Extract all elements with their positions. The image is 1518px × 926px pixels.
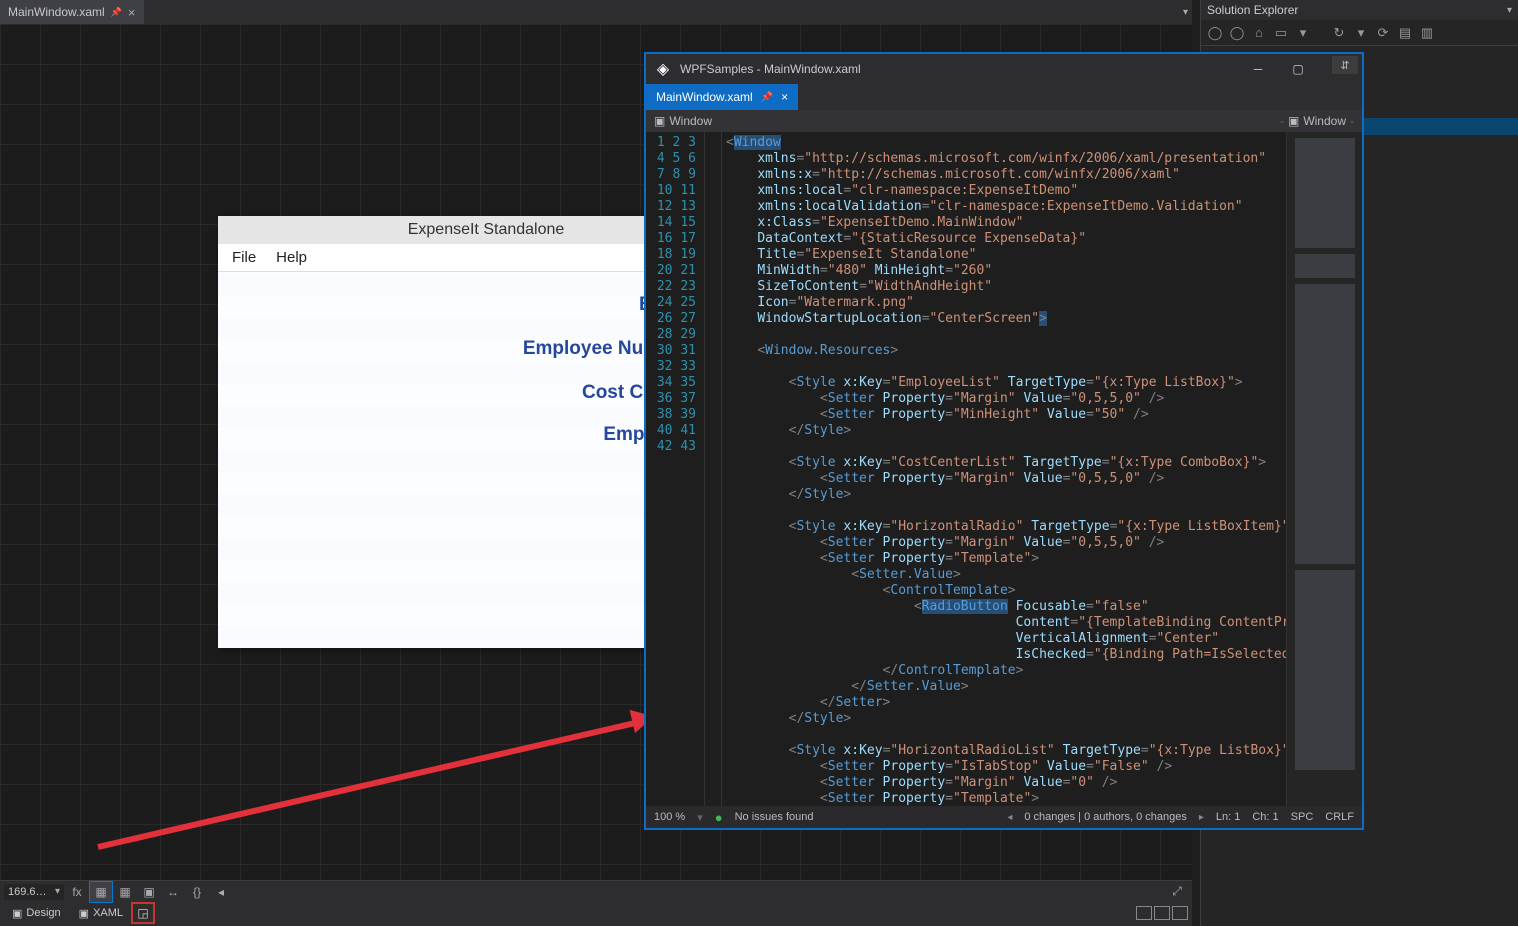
sync-icon[interactable]: ↻ bbox=[1329, 23, 1349, 43]
snapline-icon[interactable]: ↔ bbox=[162, 882, 184, 902]
panel-options-icon[interactable]: ▾ bbox=[1507, 5, 1512, 16]
preview-title: ExpenseIt Standalone bbox=[408, 221, 565, 239]
crumb-right[interactable]: ▣ Window bbox=[1288, 114, 1346, 128]
switch-view-icon[interactable]: ▭ bbox=[1271, 23, 1291, 43]
tab-overflow-icon[interactable]: ▾ bbox=[1183, 7, 1188, 18]
status-line[interactable]: Ln: 1 bbox=[1216, 811, 1240, 823]
collapse-icon[interactable]: ▤ bbox=[1395, 23, 1415, 43]
split-horizontal-icon[interactable] bbox=[1154, 906, 1170, 920]
split-editor-icon[interactable]: ⇵ bbox=[1332, 56, 1358, 74]
document-tab-bar: MainWindow.xaml 📌 × ▾ bbox=[0, 0, 1192, 24]
sync-dropdown-icon[interactable] bbox=[1351, 23, 1371, 43]
expand-icon[interactable]: ⤢ bbox=[1166, 882, 1188, 902]
menu-file[interactable]: File bbox=[232, 249, 256, 266]
crumb-left[interactable]: ▣ Window bbox=[654, 114, 712, 128]
vs-logo-icon: ◈ bbox=[654, 60, 672, 78]
minimize-button[interactable]: ─ bbox=[1242, 59, 1274, 79]
pin-icon[interactable]: 📌 bbox=[111, 7, 122, 18]
grid-icon[interactable]: ▦ bbox=[90, 882, 112, 902]
status-zoom[interactable]: 100 % bbox=[654, 811, 685, 823]
show-all-icon[interactable]: ▥ bbox=[1417, 23, 1437, 43]
code-icon[interactable]: {} bbox=[186, 882, 208, 902]
float-title: WPFSamples - MainWindow.xaml bbox=[680, 62, 1234, 76]
refresh-icon[interactable]: ⟳ bbox=[1373, 23, 1393, 43]
status-changes[interactable]: 0 changes | 0 authors, 0 changes bbox=[1024, 811, 1186, 823]
document-tab-label: MainWindow.xaml bbox=[8, 5, 105, 19]
close-icon[interactable]: × bbox=[128, 5, 136, 20]
code-text[interactable]: <Window xmlns="http://schemas.microsoft.… bbox=[722, 132, 1286, 806]
forward-icon[interactable]: ◯ bbox=[1227, 23, 1247, 43]
floating-xaml-window[interactable]: ◈ WPFSamples - MainWindow.xaml ─ ▢ ✕ Mai… bbox=[644, 52, 1364, 830]
snap-icon[interactable]: ▣ bbox=[138, 882, 160, 902]
zoom-dropdown[interactable]: 169.6…▾ bbox=[4, 884, 64, 900]
close-icon[interactable]: × bbox=[781, 90, 788, 104]
pin-icon[interactable]: 📌 bbox=[761, 92, 773, 103]
status-crlf[interactable]: CRLF bbox=[1325, 811, 1354, 823]
float-titlebar[interactable]: ◈ WPFSamples - MainWindow.xaml ─ ▢ ✕ bbox=[646, 54, 1362, 84]
code-editor[interactable]: 1 2 3 4 5 6 7 8 9 10 11 12 13 14 15 16 1… bbox=[646, 132, 1362, 806]
annotation-arrow bbox=[97, 718, 646, 850]
split-swap-icon[interactable] bbox=[1172, 906, 1188, 920]
solution-toolbar: ◯ ◯ ⌂ ▭ ↻ ⟳ ▤ ▥ bbox=[1201, 20, 1518, 46]
status-col[interactable]: Ch: 1 bbox=[1252, 811, 1278, 823]
status-spc[interactable]: SPC bbox=[1291, 811, 1314, 823]
line-number-gutter: 1 2 3 4 5 6 7 8 9 10 11 12 13 14 15 16 1… bbox=[646, 132, 704, 806]
back-icon[interactable]: ◯ bbox=[1205, 23, 1225, 43]
tab-design[interactable]: ▣ Design bbox=[4, 905, 69, 922]
split-vertical-icon[interactable] bbox=[1136, 906, 1152, 920]
navigation-bar: ▣ Window - ▣ Window - ⇵ bbox=[646, 110, 1362, 132]
minimap[interactable] bbox=[1286, 132, 1362, 806]
menu-help[interactable]: Help bbox=[276, 249, 307, 266]
outlining-margin[interactable] bbox=[704, 132, 722, 806]
tab-xaml[interactable]: ▣ XAML bbox=[71, 905, 131, 922]
solution-explorer-title: Solution Explorer bbox=[1207, 3, 1298, 17]
designer-status-bar: 169.6…▾ fx ▦ ▦ ▣ ↔ {} ◂ ⤢ ▣ Design ▣ XAM… bbox=[0, 880, 1192, 926]
maximize-button[interactable]: ▢ bbox=[1282, 59, 1314, 79]
editor-status-bar: 100 % ▾ ● No issues found ◂ 0 changes | … bbox=[646, 806, 1362, 828]
status-issues[interactable]: No issues found bbox=[735, 811, 814, 823]
popout-button[interactable]: ◲ bbox=[133, 904, 153, 922]
effects-icon[interactable]: fx bbox=[66, 882, 88, 902]
grid2-icon[interactable]: ▦ bbox=[114, 882, 136, 902]
view-dropdown-icon[interactable] bbox=[1293, 23, 1313, 43]
check-icon: ● bbox=[715, 810, 723, 825]
home-icon[interactable]: ⌂ bbox=[1249, 23, 1269, 43]
scroll-left-icon[interactable]: ◂ bbox=[210, 882, 232, 902]
float-doc-tab[interactable]: MainWindow.xaml 📌 × bbox=[646, 84, 798, 110]
document-tab[interactable]: MainWindow.xaml 📌 × bbox=[0, 0, 144, 24]
float-doc-tab-bar: MainWindow.xaml 📌 × bbox=[646, 84, 1362, 110]
